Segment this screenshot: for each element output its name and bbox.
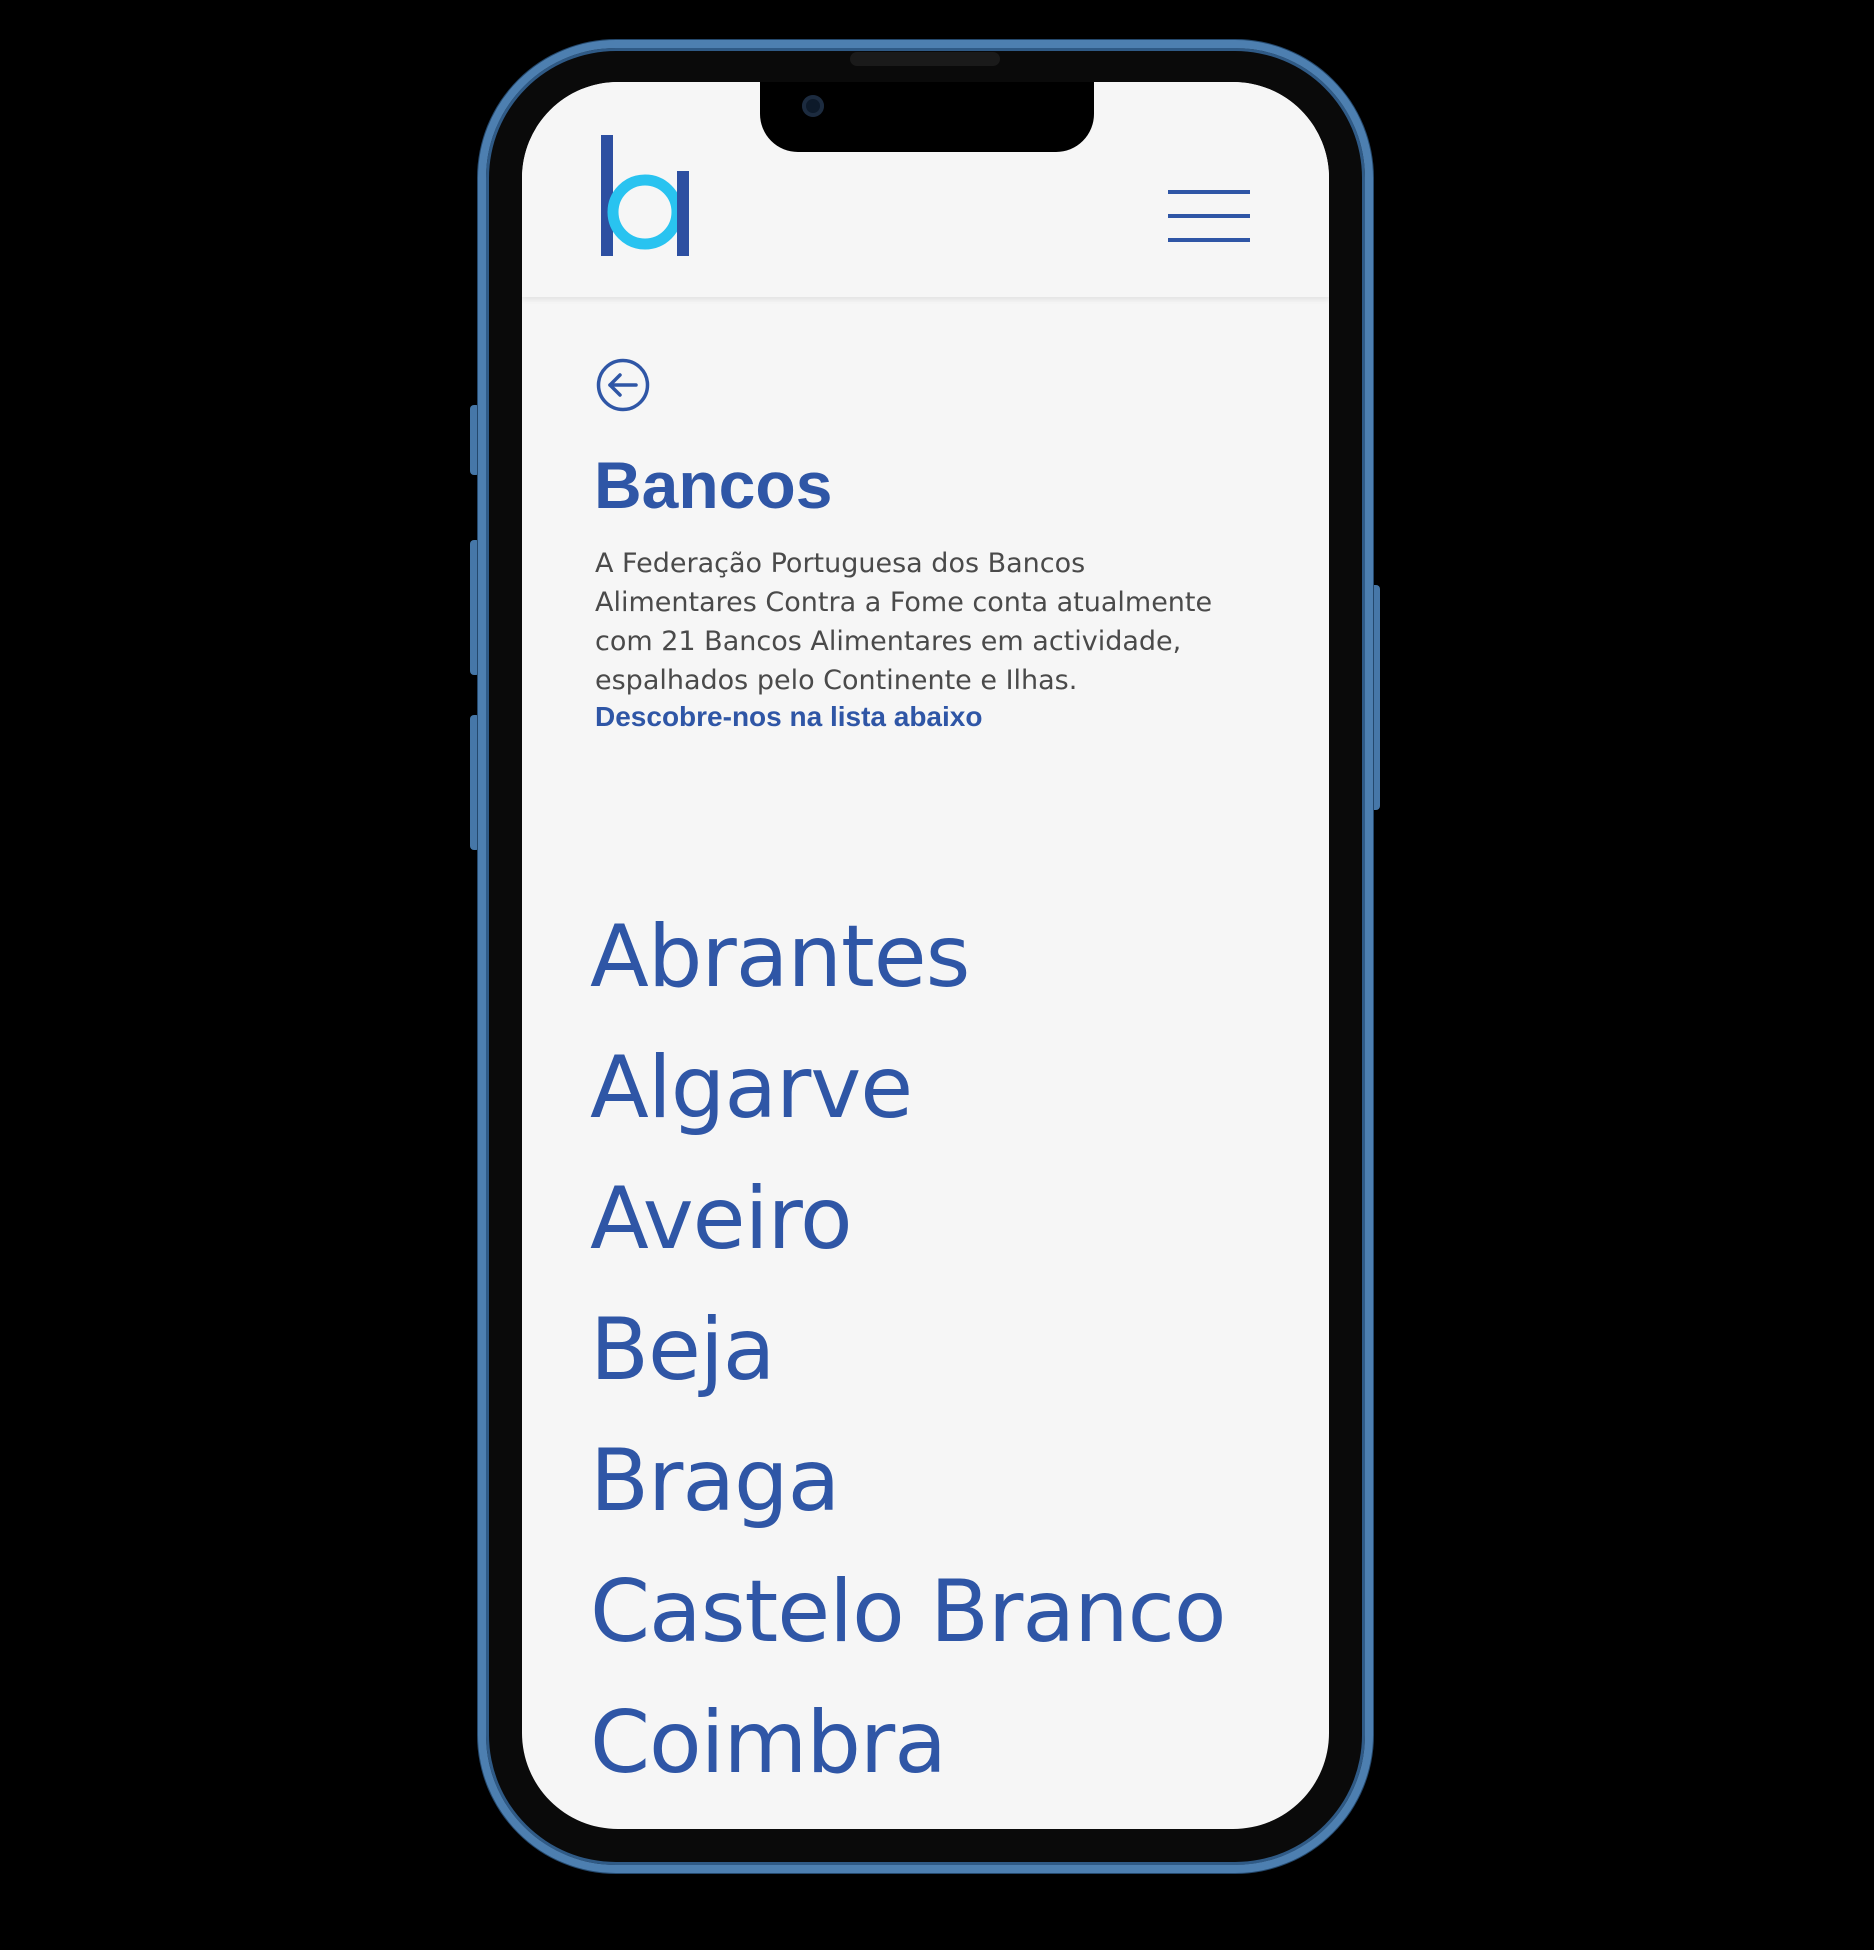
phone-screen: Bancos A Federação Portuguesa dos Bancos…	[522, 82, 1329, 1829]
menu-line-middle	[1168, 214, 1250, 218]
bank-item-aveiro[interactable]: Aveiro	[590, 1154, 1226, 1285]
bank-item-beja[interactable]: Beja	[590, 1285, 1226, 1416]
ba-logo-icon[interactable]	[601, 135, 689, 256]
menu-line-top	[1168, 190, 1250, 194]
intro-line: espalhados pelo Continente e Ilhas.	[595, 665, 1078, 696]
notch	[760, 82, 1094, 152]
intro-line: com 21 Bancos Alimentares em actividade,	[595, 626, 1182, 657]
front-camera	[802, 95, 824, 117]
bank-list: Abrantes Algarve Aveiro Beja Braga Caste…	[590, 892, 1226, 1809]
bank-item-castelo-branco[interactable]: Castelo Branco	[590, 1547, 1226, 1678]
speaker-grille	[850, 52, 1000, 66]
device-mockup: Bancos A Federação Portuguesa dos Bancos…	[0, 0, 1874, 1950]
bank-item-abrantes[interactable]: Abrantes	[590, 892, 1226, 1023]
bank-item-algarve[interactable]: Algarve	[590, 1023, 1226, 1154]
discover-list-link[interactable]: Descobre-nos na lista abaixo	[595, 697, 982, 736]
intro-line: A Federação Portuguesa dos Bancos	[595, 548, 1086, 579]
arrow-left-circle-icon[interactable]	[596, 358, 650, 412]
hamburger-menu-icon[interactable]	[1168, 190, 1250, 242]
bank-item-braga[interactable]: Braga	[590, 1416, 1226, 1547]
menu-line-bottom	[1168, 238, 1250, 242]
intro-paragraph: A Federação Portuguesa dos Bancos Alimen…	[595, 544, 1285, 700]
bank-item-coimbra[interactable]: Coimbra	[590, 1678, 1226, 1809]
intro-line: Alimentares Contra a Fome conta atualmen…	[595, 587, 1213, 618]
page-title: Bancos	[594, 448, 833, 522]
